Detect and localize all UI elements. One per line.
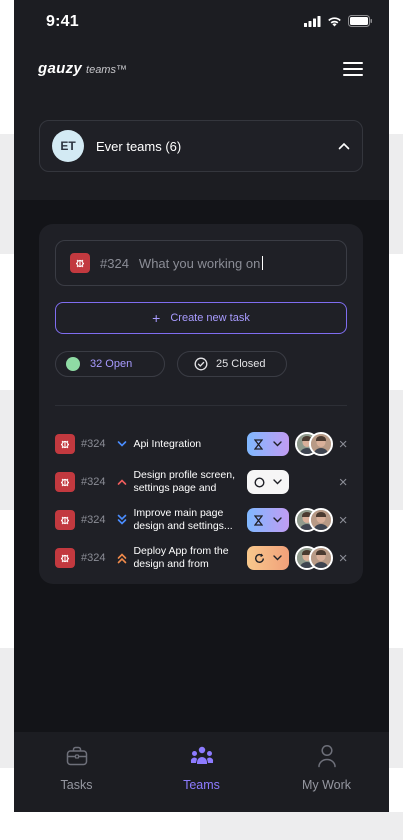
status-white-icon [254,476,265,488]
close-icon[interactable]: × [337,436,349,453]
task-number: #324 [81,514,106,526]
status-blue-icon [254,514,264,526]
nav-my-work[interactable]: My Work [277,742,377,792]
avatar [309,508,334,532]
background-stripe [0,134,14,254]
create-task-button[interactable]: + Create new task [55,302,347,334]
bug-icon [55,548,75,568]
priority-urgent-icon [116,552,128,564]
close-icon[interactable]: × [337,474,349,491]
chevron-down-icon [273,555,282,561]
task-number: #324 [81,476,106,488]
task-row[interactable]: #324 Api Integration × [55,430,349,458]
task-row[interactable]: #324 Improve main page design and setting… [55,506,349,534]
task-number: #324 [81,552,106,564]
task-row[interactable]: #324 Design profile screen, settings page… [55,468,349,496]
bug-icon [70,253,90,273]
task-number: #324 [81,438,106,450]
bug-icon [55,472,75,492]
app-logo: gauzy teams™ [38,60,127,77]
nav-my-work-label: My Work [301,778,352,792]
logo-sub: teams™ [86,64,127,76]
chevron-down-icon [273,479,282,485]
open-status-dot-icon [66,357,80,371]
status-dropdown[interactable] [247,470,290,494]
assignee-avatars[interactable] [295,508,334,532]
signal-icon [304,15,321,27]
background-stripe [0,648,14,768]
background-stripe [389,648,403,768]
status-time: 9:41 [46,13,79,30]
status-blue-icon [254,438,264,450]
status-dropdown[interactable] [247,432,290,456]
status-dropdown[interactable] [247,508,290,532]
priority-medium-icon [116,438,128,450]
background-stripe [0,390,14,510]
divider [55,405,347,406]
bottom-nav: Tasks Teams My Work [14,732,389,812]
bug-icon [55,434,75,454]
assignee-avatars[interactable] [295,432,334,456]
battery-icon [348,15,372,27]
task-title[interactable]: Improve main page design and settings... [133,507,239,533]
logo-main: gauzy [38,60,83,77]
nav-teams[interactable]: Teams [152,742,252,792]
user-icon [317,744,336,768]
nav-tasks[interactable]: Tasks [27,742,127,792]
avatar [309,546,334,570]
background-stripe [389,390,403,510]
close-icon[interactable]: × [337,550,349,567]
status-icons [304,15,373,27]
people-icon [190,746,213,764]
hamburger-menu-icon[interactable] [343,62,363,76]
task-row[interactable]: #324 Deploy App from the design and from × [55,544,349,572]
close-icon[interactable]: × [337,512,349,529]
status-dropdown[interactable] [247,546,290,570]
task-input[interactable]: #324 What you working on [55,240,347,286]
task-input-placeholder: What you working on [138,255,261,271]
text-caret [262,256,264,270]
phone-screen: 9:41 gauzy teams™ ET Ever teams (6) #324… [14,0,389,812]
chevron-up-icon [338,142,350,150]
task-title[interactable]: Deploy App from the design and from [133,545,239,571]
team-selector[interactable]: ET Ever teams (6) [39,120,363,172]
check-circle-icon [194,357,208,371]
team-avatar: ET [52,130,84,162]
nav-tasks-label: Tasks [60,778,93,792]
priority-high-icon [116,476,128,488]
briefcase-icon [66,746,87,766]
task-title[interactable]: Api Integration [133,438,239,451]
open-count-label: 32 Open [90,358,133,370]
background-stripe [200,812,403,840]
plus-icon: + [152,310,161,326]
task-input-number: #324 [100,255,129,271]
bug-icon [55,510,75,530]
status-orange-icon [254,553,265,564]
priority-low-icon [116,514,128,526]
filter-closed[interactable]: 25 Closed [177,351,287,377]
team-name: Ever teams (6) [96,138,182,154]
chevron-down-icon [273,517,282,523]
assignee-avatars[interactable] [295,546,334,570]
create-task-label: Create new task [170,312,250,324]
task-card: #324 What you working on + Create new ta… [39,224,363,584]
nav-teams-label: Teams [183,778,220,792]
avatar [309,432,334,456]
chevron-down-icon [273,441,282,447]
wifi-icon [328,16,341,26]
filter-open[interactable]: 32 Open [55,351,165,377]
task-title[interactable]: Design profile screen, settings page and [133,469,239,495]
background-stripe [389,134,403,254]
closed-count-label: 25 Closed [216,358,266,370]
